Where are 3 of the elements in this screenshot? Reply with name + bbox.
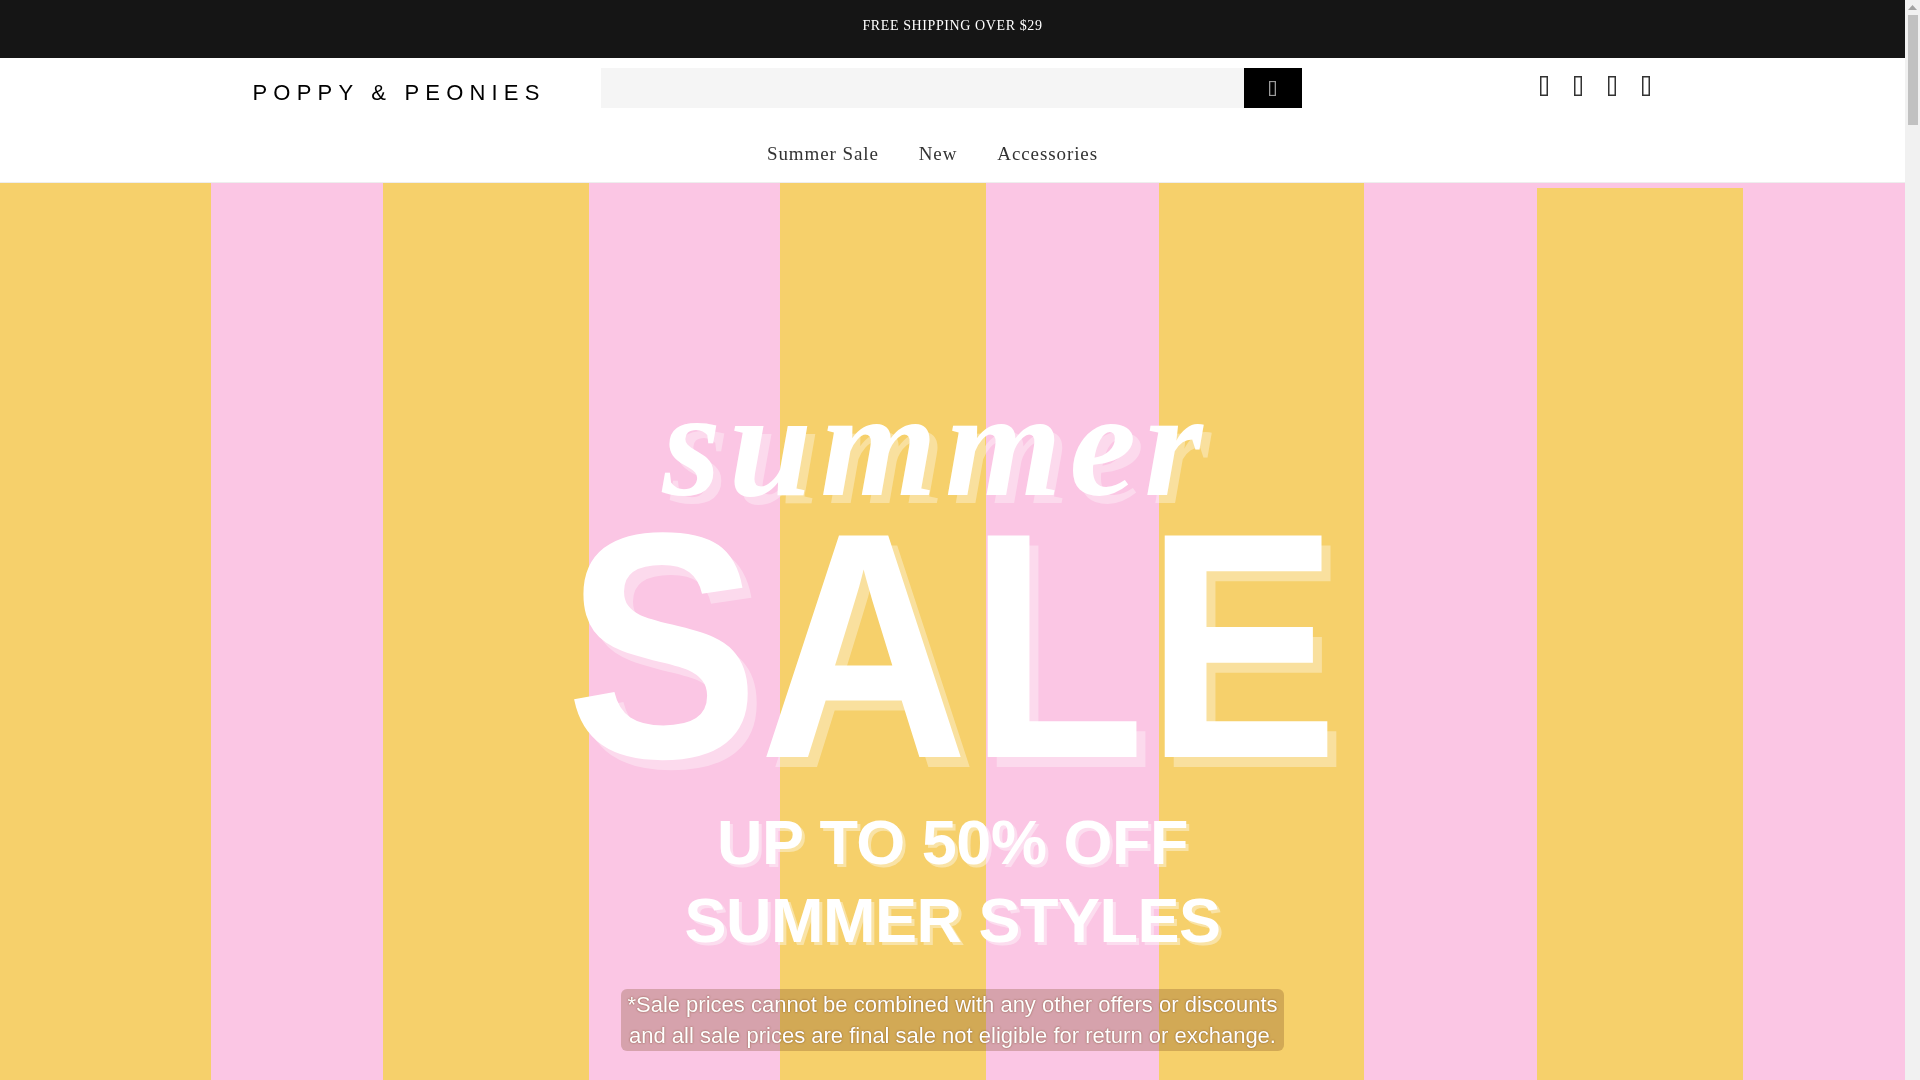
announcement-text: FREE SHIPPING OVER $29 [862, 16, 1043, 35]
scrollbar[interactable] [1905, 0, 1920, 1080]
scrollbar-thumb[interactable] [1907, 15, 1918, 125]
